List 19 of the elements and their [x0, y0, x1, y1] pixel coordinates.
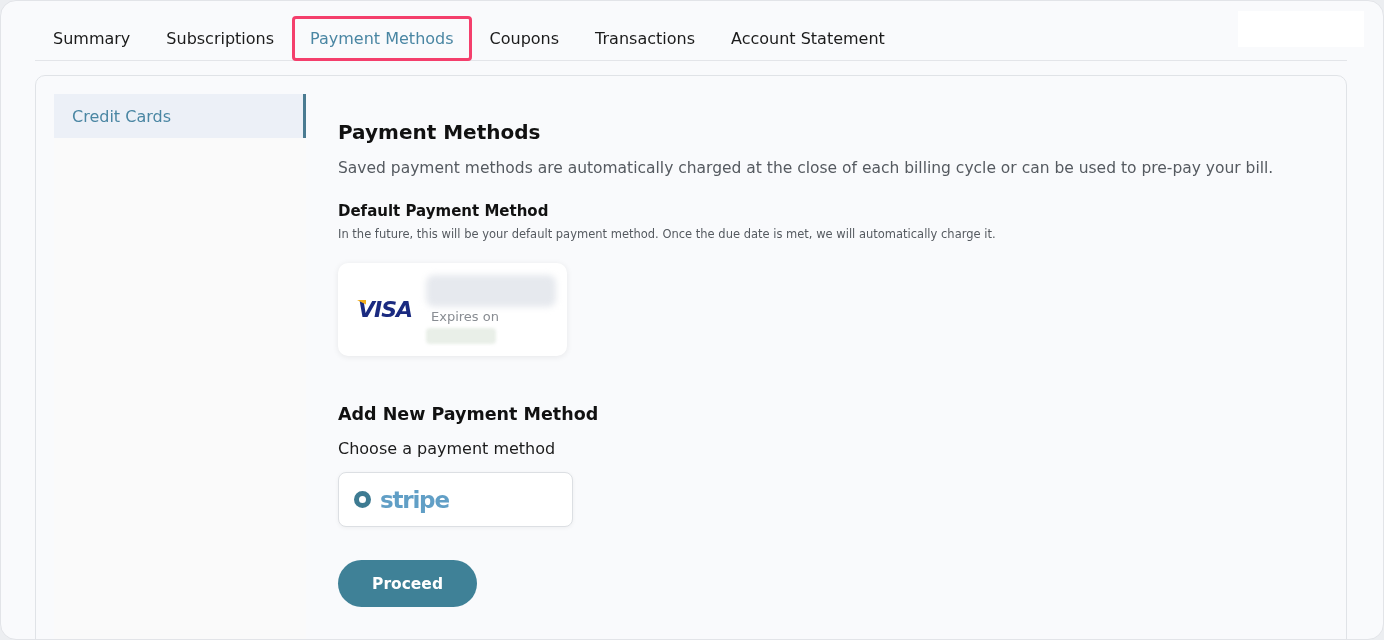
tab[interactable]: Coupons — [471, 16, 578, 61]
add-method-heading: Add New Payment Method — [338, 403, 599, 426]
tab[interactable]: Account Statement — [712, 16, 903, 61]
choose-method-label: Choose a payment method — [338, 438, 556, 460]
default-method-note: In the future, this will be your default payment method. Once the due date is met, we will automatically charge it. — [338, 226, 996, 243]
provider-logo: stripe — [380, 485, 449, 514]
proceed-button[interactable]: Proceed — [338, 560, 477, 607]
section-description: Saved payment methods are automatically charged at the close of each billing cycle or can be used to pre-pay your bill. — [338, 158, 1274, 179]
section-title: Payment Methods — [338, 119, 541, 146]
expiry-label: Expires on — [431, 308, 499, 326]
default-method-heading: Default Payment Method — [338, 201, 549, 221]
radio-icon[interactable] — [354, 491, 371, 508]
tab[interactable]: Summary — [35, 16, 149, 61]
tab[interactable]: Subscriptions — [148, 16, 293, 61]
sidebar-item[interactable]: Credit Cards — [54, 94, 306, 138]
card-brand-logo: VISA — [358, 297, 418, 322]
tab[interactable]: Transactions — [577, 16, 713, 61]
saved-card[interactable]: VISA Expires on — [338, 263, 567, 356]
tab[interactable]: Payment Methods — [292, 16, 472, 61]
